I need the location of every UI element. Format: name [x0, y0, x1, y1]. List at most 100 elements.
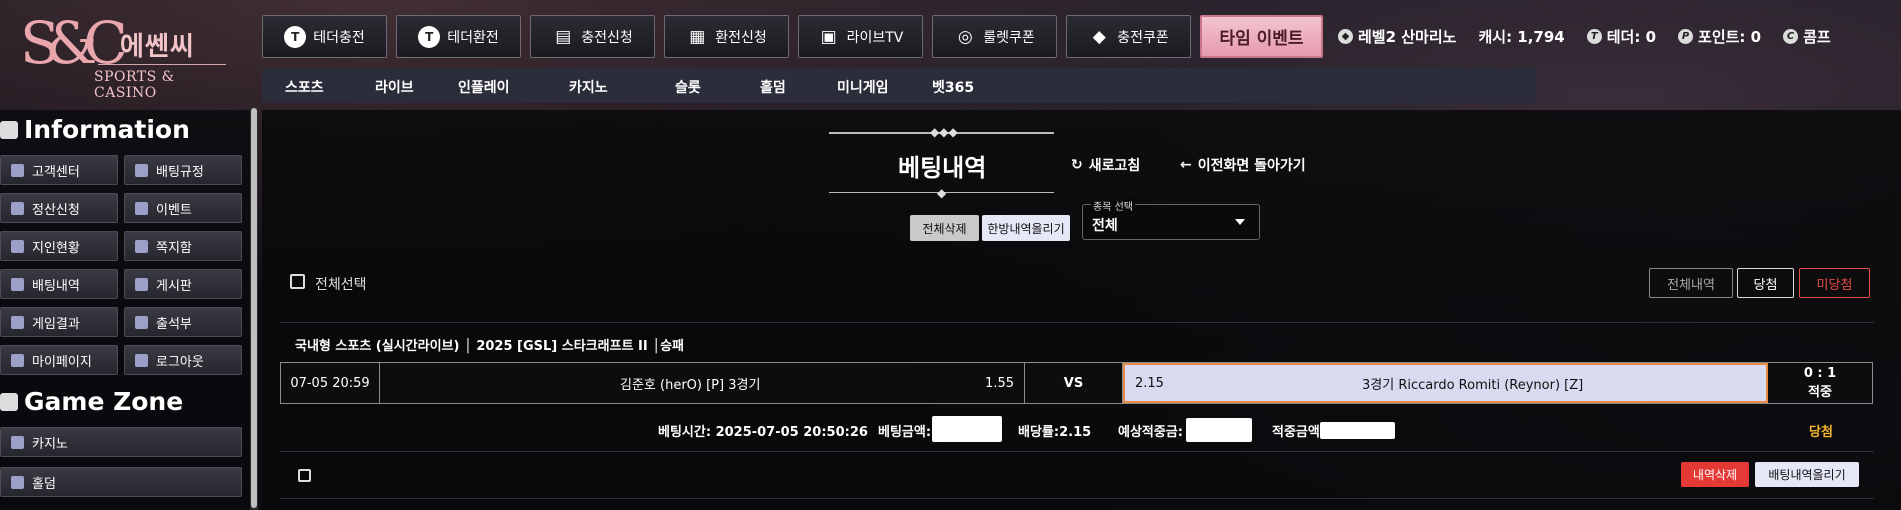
roulette-icon: ◎ — [957, 26, 973, 47]
score: 0 : 1 — [1803, 366, 1837, 381]
nav-live[interactable]: 라이브 — [375, 77, 414, 97]
home-odds: 1.55 — [985, 375, 1014, 391]
sidebar-item-label: 게시판 — [156, 278, 192, 294]
nav-sports[interactable]: 스포츠 — [285, 77, 324, 97]
cards-icon — [11, 475, 24, 489]
button-label: 라이브TV — [846, 29, 904, 46]
attendance-icon — [135, 315, 148, 329]
sidebar-item-messages[interactable]: 쪽지함 — [124, 231, 242, 261]
sidebar-scrollbar[interactable] — [250, 106, 258, 510]
tether-exchange-button[interactable]: T 테더환전 — [396, 15, 521, 58]
home-team-cell[interactable]: 김준호 (herO) [P] 3경기 1.55 — [380, 363, 1025, 403]
sidebar-item-settlement[interactable]: 정산신청 — [0, 193, 118, 223]
tether-text: 테더: 0 — [1606, 28, 1657, 46]
spade-icon — [11, 435, 24, 449]
win-amount-label: 적중금액: — [1272, 425, 1326, 440]
sidebar-item-logout[interactable]: 로그아웃 — [124, 345, 242, 375]
bet-match-title: 국내형 스포츠 (실시간라이브) │ 2025 [GSL] 스타크래프트 II … — [295, 339, 684, 354]
sidebar-item-label: 쪽지함 — [156, 240, 192, 256]
odds-info: 배당률:2.15 — [1018, 425, 1092, 440]
points-icon: P — [1678, 29, 1694, 44]
delete-bet-button[interactable]: 내역삭제 — [1681, 462, 1749, 487]
sidebar-item-event[interactable]: 이벤트 — [124, 193, 242, 223]
refresh-button[interactable]: ↻ 새로고침 — [1071, 155, 1140, 175]
delete-all-button[interactable]: 전체삭제 — [910, 215, 979, 241]
bet-time-info: 베팅시간: 2025-07-05 20:50:26 — [658, 425, 868, 440]
roulette-coupon-button[interactable]: ◎ 룰렛쿠폰 — [932, 15, 1057, 58]
chevron-down-icon — [1235, 219, 1245, 225]
away-team-name: 3경기 Riccardo Romiti (Reynor) [Z] — [1362, 377, 1584, 393]
sidebar-item-casino[interactable]: 카지노 — [0, 427, 242, 457]
time-event-button[interactable]: 타임 이벤트 — [1200, 15, 1323, 58]
sidebar-item-board[interactable]: 게시판 — [124, 269, 242, 299]
game-zone-title: Game Zone — [24, 387, 184, 416]
button-label: 룰렛쿠폰 — [983, 29, 1035, 46]
redacted-expected-win — [1186, 418, 1252, 442]
charge-request-button[interactable]: ▤ 충전신청 — [530, 15, 655, 58]
filter-lose-button[interactable]: 미당첨 — [1799, 268, 1870, 298]
sidebar-item-customer-center[interactable]: 고객센터 — [0, 155, 118, 185]
button-label: 충전쿠폰 — [1117, 29, 1169, 46]
arrow-left-icon: ← — [1180, 157, 1192, 173]
nav-slot[interactable]: 슬롯 — [675, 77, 701, 97]
sidebar-item-holdem[interactable]: 홀덤 — [0, 467, 242, 497]
button-label: 환전신청 — [715, 29, 767, 46]
filter-all-button[interactable]: 전체내역 — [1649, 268, 1733, 298]
level-text: 레벨2 산마리노 — [1358, 28, 1457, 46]
comp-status[interactable]: C 콤프 — [1783, 26, 1831, 47]
bet-time-cell: 07-05 20:59 — [281, 363, 380, 403]
nav-bet365[interactable]: 벳365 — [932, 77, 974, 97]
sidebar-item-friends[interactable]: 지인현황 — [0, 231, 118, 261]
points-status: P 포인트: 0 — [1678, 26, 1761, 47]
sidebar-item-label: 이벤트 — [156, 202, 192, 218]
site-logo[interactable]: S&C 에쎈씨 SPORTS & CASINO — [18, 14, 228, 101]
filter-win-button[interactable]: 당첨 — [1737, 268, 1794, 298]
tether-status: T 테더: 0 — [1586, 26, 1657, 47]
power-icon — [135, 353, 148, 367]
page-title: 베팅내역 — [898, 154, 987, 182]
game-zone-heading: Game Zone — [0, 387, 183, 416]
sidebar-item-bet-history[interactable]: 배팅내역 — [0, 269, 118, 299]
back-button[interactable]: ← 이전화면 돌아가기 — [1180, 155, 1306, 175]
live-tv-button[interactable]: ▣ 라이브TV — [798, 15, 923, 58]
sport-select[interactable]: 종목 선택 전체 — [1082, 198, 1260, 240]
logo-divider — [98, 64, 226, 65]
sidebar-item-mypage[interactable]: 마이페이지 — [0, 345, 118, 375]
sidebar-item-betting-rules[interactable]: 배팅규정 — [124, 155, 242, 185]
sidebar-item-label: 정산신청 — [32, 202, 80, 218]
gamepad-icon — [0, 392, 18, 411]
exchange-request-button[interactable]: ▦ 환전신청 — [664, 15, 789, 58]
nav-casino[interactable]: 카지노 — [569, 77, 608, 97]
points-text: 포인트: 0 — [1698, 28, 1762, 46]
upload-all-button[interactable]: 한방내역올리기 — [982, 215, 1070, 241]
tether-charge-button[interactable]: T 테더충전 — [262, 15, 387, 58]
bet-row-checkbox[interactable] — [298, 469, 311, 482]
sidebar-item-label: 고객센터 — [32, 164, 80, 180]
nav-holdem[interactable]: 홀덤 — [760, 77, 786, 97]
phone-icon — [11, 163, 24, 177]
sidebar-item-label: 배팅내역 — [32, 278, 80, 294]
vs-cell: VS — [1025, 363, 1123, 403]
user-icon — [11, 353, 24, 367]
sidebar-item-label: 마이페이지 — [32, 354, 92, 370]
away-team-cell-selected[interactable]: 2.15 3경기 Riccardo Romiti (Reynor) [Z] — [1123, 363, 1768, 403]
settlement-icon — [11, 201, 24, 215]
divider — [280, 322, 1874, 323]
button-label: 충전신청 — [581, 29, 633, 46]
upload-bet-button[interactable]: 배팅내역올리기 — [1755, 462, 1859, 487]
nav-inplay[interactable]: 인플레이 — [458, 77, 510, 97]
level-status[interactable]: ◆ 레벨2 산마리노 — [1338, 26, 1456, 47]
board-icon — [135, 277, 148, 291]
scrollbar-thumb[interactable] — [251, 108, 257, 508]
nav-minigame[interactable]: 미니게임 — [837, 77, 889, 97]
sidebar-item-game-results[interactable]: 게임결과 — [0, 307, 118, 337]
divider — [280, 451, 1874, 452]
sidebar: Information 고객센터 배팅규정 정산신청 이벤트 지인현황 쪽지함 … — [0, 110, 250, 510]
comp-text: 콤프 — [1803, 28, 1831, 46]
charge-coupon-button[interactable]: ◆ 충전쿠폰 — [1066, 15, 1191, 58]
sidebar-item-attendance[interactable]: 출석부 — [124, 307, 242, 337]
coins-icon: ▤ — [555, 26, 572, 47]
select-all-checkbox[interactable] — [290, 274, 305, 289]
divider — [280, 498, 1874, 499]
result-status: 당첨 — [1809, 425, 1833, 440]
